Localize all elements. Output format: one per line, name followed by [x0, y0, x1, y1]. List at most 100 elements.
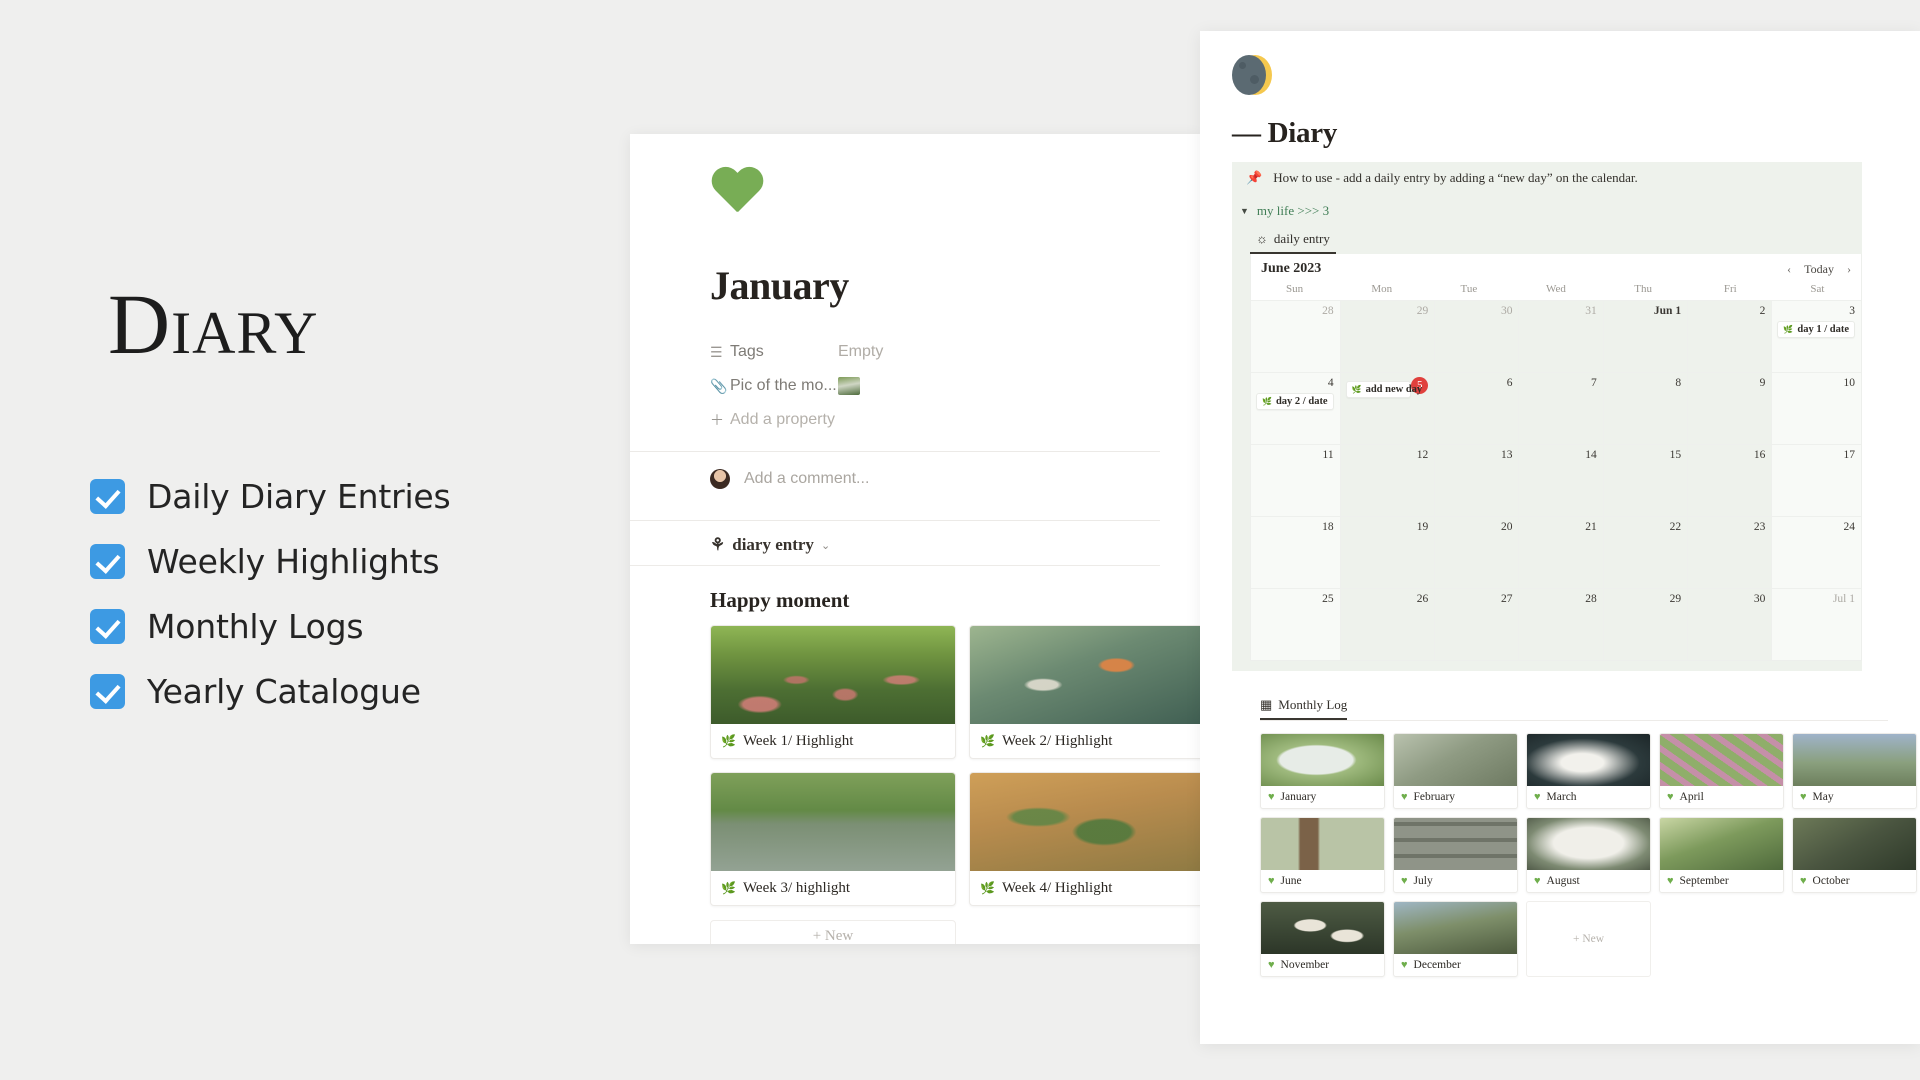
card-label: Week 4/ Highlight: [1001, 879, 1113, 896]
card-image: [711, 626, 955, 724]
calendar-day-cell[interactable]: Jun 1: [1603, 300, 1689, 372]
calendar-day-cell[interactable]: 11: [1251, 444, 1341, 516]
plus-icon: ＋: [710, 412, 724, 428]
card-image: [1394, 902, 1517, 954]
monthly-log-card[interactable]: ♥ February: [1393, 733, 1518, 809]
today-button[interactable]: Today: [1804, 262, 1834, 277]
day-number: 13: [1500, 449, 1513, 461]
monthly-log-card[interactable]: ♥ August: [1526, 817, 1651, 893]
calendar-day-cell[interactable]: 22: [1603, 516, 1689, 588]
calendar-day-cell[interactable]: 19: [1340, 516, 1436, 588]
comment-input[interactable]: Add a comment...: [744, 470, 869, 488]
calendar-day-cell[interactable]: Jul 1: [1772, 588, 1861, 660]
tab-diary-entry[interactable]: ⚘ diary entry ⌄: [710, 521, 1200, 565]
tab-label: daily entry: [1273, 231, 1330, 246]
calendar-day-cell[interactable]: 28: [1519, 588, 1604, 660]
day-number: 6: [1506, 377, 1513, 389]
card-label: September: [1679, 875, 1729, 887]
monthly-log-card[interactable]: ♥ May: [1792, 733, 1917, 809]
calendar-day-cell[interactable]: 5 🌿 add new day: [1340, 372, 1436, 444]
chevron-down-icon[interactable]: ⌄: [821, 539, 830, 552]
monthly-log-card[interactable]: ♥ December: [1393, 901, 1518, 977]
calendar-day-cell[interactable]: 2: [1688, 300, 1773, 372]
property-row-tags[interactable]: ☰ Tags Empty: [710, 335, 1200, 369]
calendar-entry-item[interactable]: 🌿 day 1 / date: [1777, 321, 1855, 338]
new-card-button[interactable]: + New: [1526, 901, 1651, 977]
calendar-day-cell[interactable]: 31: [1519, 300, 1604, 372]
calendar-day-cell[interactable]: 26: [1340, 588, 1436, 660]
highlight-card[interactable]: 🌿 Week 4/ Highlight: [969, 772, 1200, 906]
monthly-log-card[interactable]: ♥ March: [1526, 733, 1651, 809]
month-page-window: January ☰ Tags Empty 📎 Pic of the mo... …: [630, 134, 1200, 944]
toggle-label: my life >>> 3: [1256, 203, 1330, 218]
calendar-day-cell[interactable]: 7: [1519, 372, 1604, 444]
day-number: 18: [1322, 521, 1334, 533]
moon-icon[interactable]: [1232, 55, 1272, 95]
calendar-day-cell[interactable]: 15: [1603, 444, 1689, 516]
tab-daily-entry[interactable]: ☼ daily entry: [1250, 228, 1336, 254]
comment-row[interactable]: Add a comment...: [710, 452, 1200, 506]
monthly-log-card[interactable]: ♥ June: [1260, 817, 1385, 893]
next-month-button[interactable]: ›: [1847, 262, 1851, 277]
calendar-day-cell[interactable]: 30: [1688, 588, 1773, 660]
monthly-log-card[interactable]: ♥ September: [1659, 817, 1784, 893]
highlight-card[interactable]: 🌿 Week 2/ Highlight: [969, 625, 1200, 759]
property-row-picture[interactable]: 📎 Pic of the mo...: [710, 369, 1200, 403]
calendar-month-label: June 2023: [1261, 261, 1322, 276]
calendar-day-cell[interactable]: 16: [1688, 444, 1773, 516]
calendar-day-cell[interactable]: 10: [1772, 372, 1861, 444]
calendar-header: June 2023 ‹ Today ›: [1251, 254, 1861, 283]
calendar-day-cell[interactable]: 9: [1688, 372, 1773, 444]
calendar-day-cell[interactable]: 28: [1251, 300, 1341, 372]
calendar-entry-item[interactable]: 🌿 day 2 / date: [1256, 393, 1334, 410]
triangle-down-icon[interactable]: ▼: [1240, 206, 1249, 216]
card-caption: ♥ July: [1394, 870, 1517, 892]
calendar-day-cell[interactable]: 25: [1251, 588, 1341, 660]
green-heart-icon: ♥: [1268, 791, 1275, 803]
calendar-day-cell[interactable]: 4 🌿 day 2 / date: [1251, 372, 1341, 444]
calendar-day-cell[interactable]: 3 🌿 day 1 / date: [1772, 300, 1861, 372]
weekday-label: Fri: [1723, 283, 1737, 295]
card-caption: ♥ September: [1660, 870, 1783, 892]
highlight-card[interactable]: 🌿 Week 1/ Highlight: [710, 625, 956, 759]
calendar-day-cell[interactable]: 30: [1435, 300, 1520, 372]
day-number: 22: [1669, 521, 1682, 533]
prev-month-button[interactable]: ‹: [1787, 262, 1791, 277]
monthly-log-card[interactable]: ♥ April: [1659, 733, 1784, 809]
monthly-log-card[interactable]: ♥ January: [1260, 733, 1385, 809]
day-number: 28: [1322, 305, 1334, 317]
property-label: Pic of the mo...: [730, 377, 837, 394]
calendar-day-cell[interactable]: 18: [1251, 516, 1341, 588]
tab-monthly-log[interactable]: ▦ Monthly Log: [1260, 697, 1348, 720]
highlight-card[interactable]: 🌿 Week 3/ highlight: [710, 772, 956, 906]
monthly-log-card[interactable]: ♥ October: [1792, 817, 1917, 893]
calendar-day-cell[interactable]: 12: [1340, 444, 1436, 516]
calendar-day-cell[interactable]: 24: [1772, 516, 1861, 588]
green-heart-icon[interactable]: [710, 168, 764, 218]
calendar-day-cell[interactable]: 14: [1519, 444, 1604, 516]
calendar-day-cell[interactable]: 8: [1603, 372, 1689, 444]
card-label: August: [1546, 875, 1580, 887]
toggle-header[interactable]: ▼ my life >>> 3: [1232, 200, 1862, 222]
monthly-log-card[interactable]: ♥ July: [1393, 817, 1518, 893]
tab-label: diary entry: [732, 535, 814, 554]
calendar-day-cell[interactable]: 27: [1435, 588, 1520, 660]
calendar-day-cell[interactable]: 29: [1603, 588, 1689, 660]
calendar-day-cell[interactable]: 17: [1772, 444, 1861, 516]
list-item: Daily Diary Entries: [90, 464, 610, 529]
gallery-grid-icon: ▦: [1260, 697, 1273, 712]
calendar-day-cell[interactable]: 6: [1435, 372, 1520, 444]
day-number: 10: [1843, 377, 1856, 389]
add-property-button[interactable]: ＋ Add a property: [710, 403, 1200, 437]
card-image: [1527, 818, 1650, 870]
calendar-day-cell[interactable]: 21: [1519, 516, 1604, 588]
new-card-button[interactable]: + New: [710, 920, 956, 944]
calendar-day-cell[interactable]: 13: [1435, 444, 1520, 516]
property-thumbnail[interactable]: [838, 377, 860, 395]
calendar-entry-item[interactable]: 🌿 add new day: [1345, 381, 1422, 398]
calendar-day-cell[interactable]: 20: [1435, 516, 1520, 588]
weekday-label: Wed: [1546, 283, 1566, 295]
monthly-log-card[interactable]: ♥ November: [1260, 901, 1385, 977]
calendar-day-cell[interactable]: 29: [1340, 300, 1436, 372]
calendar-day-cell[interactable]: 23: [1688, 516, 1773, 588]
